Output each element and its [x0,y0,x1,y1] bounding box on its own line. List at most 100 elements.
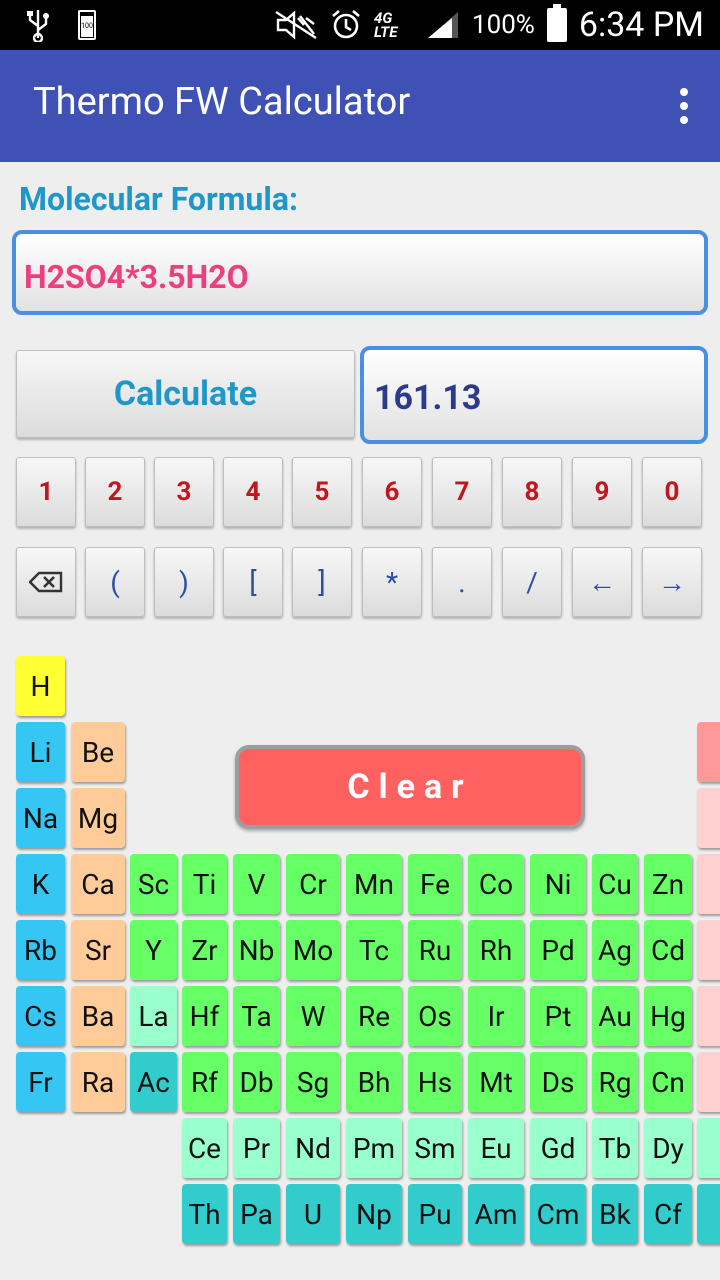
element-ds[interactable]: Ds [530,1052,586,1112]
key-1[interactable]: 1 [16,457,76,527]
key-close-paren[interactable]: ) [154,547,214,617]
key-9[interactable]: 9 [572,457,632,527]
element-li[interactable]: Li [16,722,65,782]
key-close-bracket[interactable]: ] [292,547,352,617]
element-zr[interactable]: Zr [182,920,227,980]
key-8[interactable]: 8 [502,457,562,527]
element-mo[interactable]: Mo [286,920,340,980]
element-ra[interactable]: Ra [71,1052,125,1112]
element-be[interactable]: Be [71,722,125,782]
element-partial-ga[interactable] [697,854,720,914]
element-ir[interactable]: Ir [468,986,524,1046]
element-ac[interactable]: Ac [130,1052,177,1112]
element-u[interactable]: U [286,1184,340,1244]
element-pu[interactable]: Pu [408,1184,462,1244]
element-rf[interactable]: Rf [182,1052,227,1112]
element-ce[interactable]: Ce [182,1118,227,1178]
element-sc[interactable]: Sc [130,854,177,914]
element-zn[interactable]: Zn [644,854,692,914]
element-cn[interactable]: Cn [644,1052,692,1112]
key-open-bracket[interactable]: [ [223,547,283,617]
element-rb[interactable]: Rb [16,920,65,980]
calculate-button[interactable]: Calculate [16,350,355,438]
element-partial-tl[interactable] [697,986,720,1046]
element-pm[interactable]: Pm [346,1118,402,1178]
element-y[interactable]: Y [130,920,177,980]
element-fe[interactable]: Fe [408,854,462,914]
element-bh[interactable]: Bh [346,1052,402,1112]
element-ag[interactable]: Ag [592,920,638,980]
element-pa[interactable]: Pa [233,1184,280,1244]
element-fr[interactable]: Fr [16,1052,65,1112]
element-na[interactable]: Na [16,788,65,848]
element-cr[interactable]: Cr [286,854,340,914]
clear-button[interactable]: Clear [235,745,585,829]
element-ni[interactable]: Ni [530,854,586,914]
element-ru[interactable]: Ru [408,920,462,980]
element-tc[interactable]: Tc [346,920,402,980]
key-7[interactable]: 7 [432,457,492,527]
element-mn[interactable]: Mn [346,854,402,914]
element-pr[interactable]: Pr [233,1118,280,1178]
element-bk[interactable]: Bk [592,1184,638,1244]
element-cd[interactable]: Cd [644,920,692,980]
key-4[interactable]: 4 [223,457,283,527]
element-v[interactable]: V [233,854,280,914]
element-cu[interactable]: Cu [592,854,638,914]
element-au[interactable]: Au [592,986,638,1046]
element-pd[interactable]: Pd [530,920,586,980]
element-cs[interactable]: Cs [16,986,65,1046]
element-ba[interactable]: Ba [71,986,125,1046]
element-h[interactable]: H [16,656,65,716]
element-sg[interactable]: Sg [286,1052,340,1112]
element-rh[interactable]: Rh [468,920,524,980]
element-w[interactable]: W [286,986,340,1046]
element-partial-ho[interactable] [697,1118,720,1178]
element-rg[interactable]: Rg [592,1052,638,1112]
element-partial-nh[interactable] [697,1052,720,1112]
key-2[interactable]: 2 [85,457,145,527]
key-3[interactable]: 3 [154,457,214,527]
element-hf[interactable]: Hf [182,986,227,1046]
key-slash[interactable]: / [502,547,562,617]
result-field[interactable]: 161.13 [360,346,708,444]
cursor-left-key[interactable]: ← [572,547,632,617]
element-ta[interactable]: Ta [233,986,280,1046]
element-tb[interactable]: Tb [592,1118,638,1178]
element-th[interactable]: Th [182,1184,227,1244]
key-open-paren[interactable]: ( [85,547,145,617]
element-ti[interactable]: Ti [182,854,227,914]
element-partial-in[interactable] [697,920,720,980]
key-dot[interactable]: . [432,547,492,617]
element-db[interactable]: Db [233,1052,280,1112]
element-ca[interactable]: Ca [71,854,125,914]
element-partial-b[interactable] [697,722,720,782]
element-np[interactable]: Np [346,1184,402,1244]
formula-input[interactable]: H2SO4*3.5H2O [12,230,708,315]
element-partial-es[interactable] [697,1184,720,1244]
element-os[interactable]: Os [408,986,462,1046]
element-re[interactable]: Re [346,986,402,1046]
element-cm[interactable]: Cm [530,1184,586,1244]
element-sr[interactable]: Sr [71,920,125,980]
element-k[interactable]: K [16,854,65,914]
element-am[interactable]: Am [468,1184,524,1244]
element-hs[interactable]: Hs [408,1052,462,1112]
element-mg[interactable]: Mg [71,788,125,848]
cursor-right-key[interactable]: → [642,547,702,617]
element-la[interactable]: La [130,986,177,1046]
element-pt[interactable]: Pt [530,986,586,1046]
key-0[interactable]: 0 [642,457,702,527]
element-mt[interactable]: Mt [468,1052,524,1112]
element-dy[interactable]: Dy [644,1118,692,1178]
key-asterisk[interactable]: * [362,547,422,617]
element-cf[interactable]: Cf [644,1184,692,1244]
element-sm[interactable]: Sm [408,1118,462,1178]
element-hg[interactable]: Hg [644,986,692,1046]
element-nb[interactable]: Nb [233,920,280,980]
overflow-menu-icon[interactable] [678,88,690,124]
element-nd[interactable]: Nd [286,1118,340,1178]
element-partial-al[interactable] [697,788,720,848]
element-gd[interactable]: Gd [530,1118,586,1178]
key-5[interactable]: 5 [292,457,352,527]
